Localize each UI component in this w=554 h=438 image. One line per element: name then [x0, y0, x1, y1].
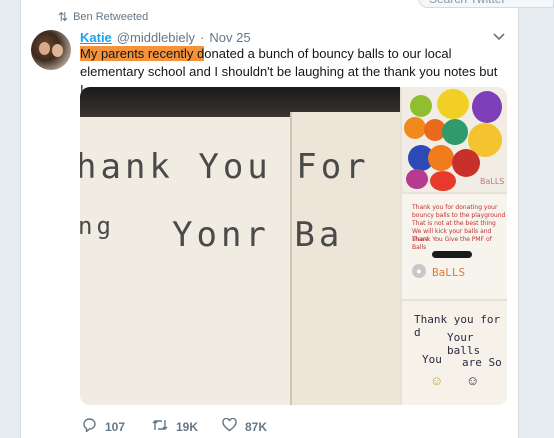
media-photo-2[interactable]: BaLLS	[402, 87, 507, 192]
separator: ·	[200, 30, 205, 45]
tweet-actions: 107 19K 87K	[82, 417, 292, 436]
media-photo-main[interactable]: hank You For ng Yonr Ba	[80, 87, 400, 405]
reply-count: 107	[105, 420, 126, 434]
media-photo-4[interactable]: Thank you for d Your balls You are So ☺ …	[402, 301, 507, 405]
thumb2-line-5: Thank You Give the PMF of Balls	[412, 236, 492, 251]
doodle-icon: ☺	[430, 373, 444, 388]
thumb2-line-2: bouncy balls to the playground	[412, 212, 506, 219]
avatar[interactable]	[31, 30, 71, 70]
thumb1-label: BaLLS	[480, 177, 505, 186]
card-text-line2a: ng	[80, 212, 115, 240]
retweet-button[interactable]: 19K	[152, 418, 222, 436]
retweet-count: 19K	[176, 420, 199, 434]
redaction-bar	[432, 251, 472, 258]
media-grid: hank You For ng Yonr Ba BaLLS Thank you …	[80, 87, 507, 405]
card-text-line1: hank You For	[80, 147, 370, 187]
heart-icon	[222, 417, 237, 436]
gif-badge-icon: ●	[412, 264, 426, 278]
retweet-label[interactable]: Ben Retweeted	[73, 11, 148, 23]
smiley-icon: ☺	[466, 373, 480, 388]
media-photo-3[interactable]: Thank you for donating your bouncy balls…	[402, 194, 507, 299]
author-name[interactable]: Katie	[80, 30, 112, 45]
retweet-icon	[152, 418, 168, 436]
like-count: 87K	[245, 420, 268, 434]
thumb2-line-1: Thank you for donating your	[412, 204, 498, 211]
highlighted-text: My parents recently d	[80, 46, 205, 61]
tweet-date[interactable]: Nov 25	[209, 30, 250, 45]
chevron-down-icon[interactable]	[493, 30, 505, 44]
reply-button[interactable]: 107	[82, 418, 152, 436]
retweet-context: ⇅ Ben Retweeted	[58, 10, 148, 24]
retweet-icon: ⇅	[58, 10, 69, 24]
reply-icon	[82, 418, 97, 436]
thumb3-line-3b: are So	[462, 356, 502, 369]
tweet-header: Katie @middlebiely · Nov 25	[80, 30, 251, 45]
thumb3-line-2: Your balls	[447, 331, 481, 357]
thumb2-line-3: That is not at the best thing	[412, 220, 496, 227]
like-button[interactable]: 87K	[222, 417, 292, 436]
thumb3-line-3a: You	[422, 353, 442, 366]
card-text-line2b: Yonr Ba	[172, 215, 344, 255]
author-handle[interactable]: @middlebiely	[117, 30, 195, 45]
search-input[interactable]: Search Twitter	[418, 0, 554, 8]
thumb2-label: BaLLS	[432, 266, 466, 279]
